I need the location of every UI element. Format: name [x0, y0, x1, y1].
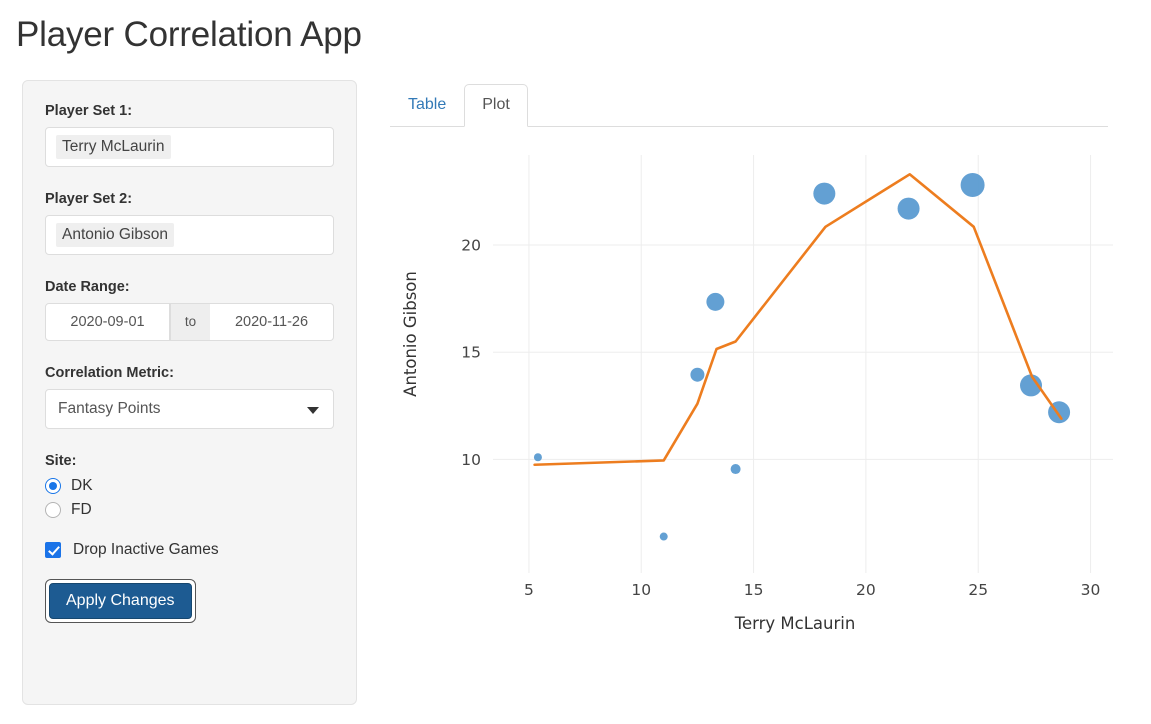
correlation-metric-label: Correlation Metric: [45, 365, 174, 381]
date-range-label: Date Range: [45, 279, 130, 295]
radio-dk-icon[interactable] [45, 478, 61, 494]
drop-inactive-games-label: Drop Inactive Games [73, 541, 219, 558]
site-radio-fd[interactable]: FD [45, 501, 334, 519]
y-tick-label: 20 [461, 237, 481, 255]
date-start-input[interactable]: 2020-09-01 [45, 303, 170, 341]
date-range-group: 2020-09-01 to 2020-11-26 [45, 303, 334, 341]
y-axis-label: Antonio Gibson [401, 271, 420, 397]
y-tick-label: 15 [461, 344, 481, 362]
scatter-point [897, 197, 920, 220]
scatter-point [690, 367, 705, 382]
correlation-metric-value: Fantasy Points [58, 400, 161, 417]
site-radio-dk-label: DK [71, 477, 93, 494]
plot-panel: 5 10 15 20 25 30 10 15 20 Terry McLaurin Antonio G… [390, 133, 1120, 653]
player-set-2-token[interactable]: Antonio Gibson [56, 223, 174, 247]
tab-bar: Table Plot [390, 80, 1108, 127]
player-set-1-input[interactable]: Terry McLaurin [45, 127, 334, 167]
date-end-input[interactable]: 2020-11-26 [210, 303, 334, 341]
x-tick-label: 5 [524, 581, 534, 599]
site-radio-fd-label: FD [71, 501, 92, 518]
scatter-point [730, 464, 741, 475]
scatter-point [706, 292, 725, 311]
page-title: Player Correlation App [16, 15, 362, 54]
correlation-metric-select[interactable]: Fantasy Points [45, 389, 334, 429]
trend-line [533, 172, 1063, 467]
radio-fd-icon[interactable] [45, 502, 61, 518]
x-tick-label: 20 [856, 581, 876, 599]
correlation-scatter-chart: 5 10 15 20 25 30101520Terry McLaurinAntonio G… [401, 155, 1113, 633]
apply-changes-focus-ring: Apply Changes [45, 579, 196, 623]
main-content: Table Plot 5 10 15 20 25 30 10 15 20 Terry McLaur… [390, 80, 1120, 653]
x-tick-label: 25 [968, 581, 988, 599]
player-set-2-input[interactable]: Antonio Gibson [45, 215, 334, 255]
x-axis-label: Terry McLaurin [734, 614, 856, 633]
site-radio-dk[interactable]: DK [45, 477, 334, 495]
tab-plot[interactable]: Plot [464, 84, 528, 127]
scatter-point [659, 532, 668, 541]
y-tick-label: 10 [461, 451, 481, 469]
tab-table[interactable]: Table [390, 84, 464, 127]
player-set-2-label: Player Set 2: [45, 191, 133, 207]
player-set-1-label: Player Set 1: [45, 103, 133, 119]
x-tick-label: 30 [1081, 581, 1101, 599]
drop-inactive-games-checkbox[interactable]: Drop Inactive Games [45, 541, 334, 559]
x-tick-label: 10 [631, 581, 651, 599]
scatter-point [960, 173, 985, 198]
player-set-1-token[interactable]: Terry McLaurin [56, 135, 171, 159]
controls-panel: Player Set 1: Terry McLaurin Player Set … [22, 80, 357, 705]
apply-changes-button[interactable]: Apply Changes [49, 583, 192, 619]
scatter-point [533, 453, 542, 462]
scatter-point [813, 182, 836, 205]
date-range-separator: to [170, 303, 210, 341]
checkbox-checked-icon[interactable] [45, 542, 61, 558]
site-label: Site: [45, 453, 77, 469]
x-tick-label: 15 [744, 581, 764, 599]
chevron-down-icon [307, 407, 319, 414]
